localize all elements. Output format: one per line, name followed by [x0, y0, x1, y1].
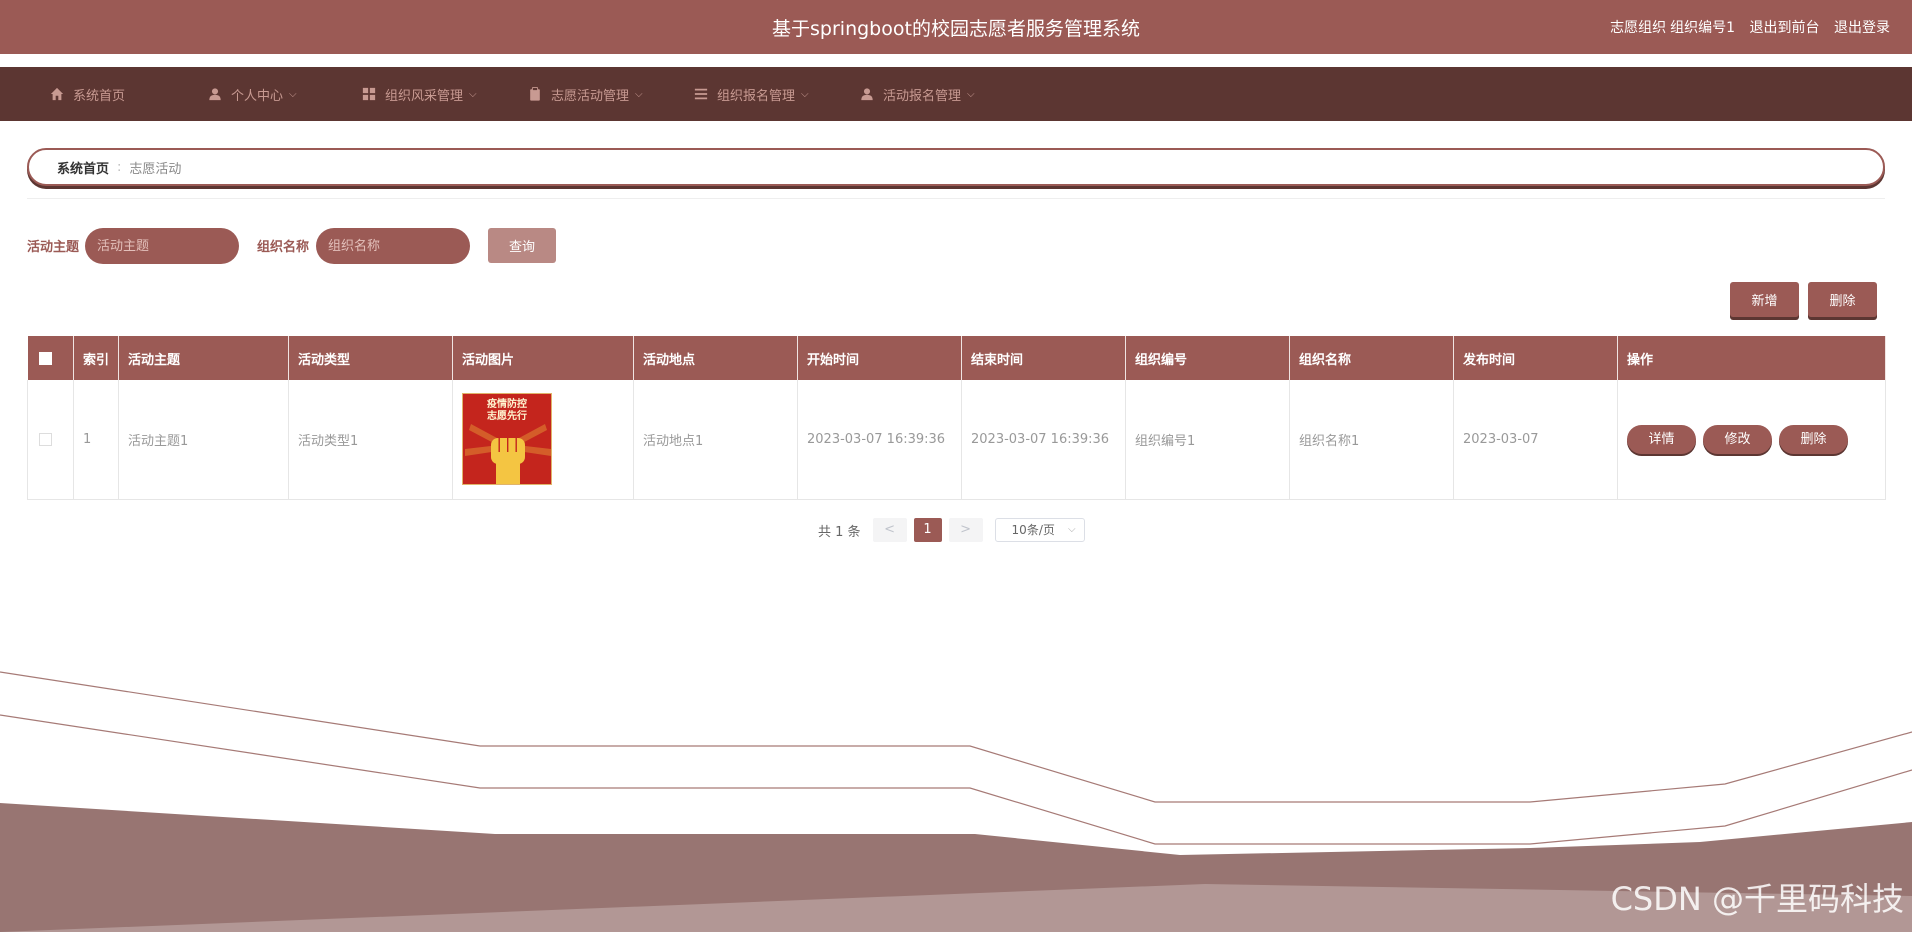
next-page-button[interactable]: > [948, 518, 983, 542]
chevron-down-icon: ⌵ [469, 88, 477, 100]
nav-label: 组织风采管理 [385, 88, 464, 104]
chevron-down-icon: ⌵ [289, 88, 297, 100]
breadcrumb: 系统首页 : 志愿活动 [27, 148, 1885, 186]
cell-theme: 活动主题1 [118, 380, 289, 500]
org-name-search-input[interactable] [316, 228, 470, 264]
raised-fist-icon [465, 424, 551, 485]
list-icon [694, 88, 708, 100]
select-all-checkbox[interactable] [38, 351, 52, 365]
query-button[interactable]: 查询 [488, 228, 556, 263]
chevron-down-icon: ⌵ [635, 88, 643, 100]
exit-to-front-link[interactable]: 退出到前台 [1750, 20, 1820, 36]
activity-table: 索引 活动主题 活动类型 活动图片 活动地点 开始时间 结束时间 组织编号 组织… [27, 336, 1886, 500]
user-info-bar: 志愿组织 组织编号1 退出到前台 退出登录 [1600, 17, 1890, 37]
column-header: 活动主题 [118, 336, 289, 380]
clipboard-icon [530, 87, 540, 101]
watermark: CSDN @千里码科技 [1610, 880, 1904, 918]
pagination: 共 1 条 < 1 > 10条/页 ⌵ [818, 518, 1085, 542]
column-header: 索引 [73, 336, 119, 380]
theme-label: 活动主题 [27, 240, 80, 255]
column-header: 活动地点 [633, 336, 798, 380]
chevron-down-icon: ⌵ [967, 88, 975, 100]
cell-index: 1 [73, 380, 119, 500]
cell-start-time: 2023-03-07 16:39:36 [797, 380, 962, 500]
nav-item-activity-signup[interactable]: 活动报名管理 ⌵ [860, 67, 975, 121]
cell-location: 活动地点1 [633, 380, 798, 500]
org-name-label: 组织名称 [257, 240, 310, 255]
activity-image[interactable]: 疫情防控 志愿先行 [462, 393, 552, 486]
nav-label: 志愿活动管理 [551, 88, 630, 104]
row-select-cell[interactable] [27, 380, 74, 500]
column-header: 组织名称 [1289, 336, 1454, 380]
prev-page-button[interactable]: < [872, 518, 907, 542]
pagination-total: 共 1 条 [818, 524, 861, 540]
cell-end-time: 2023-03-07 16:39:36 [961, 380, 1126, 500]
breadcrumb-separator: : [117, 159, 122, 175]
breadcrumb-home[interactable]: 系统首页 [57, 158, 109, 177]
column-header: 结束时间 [961, 336, 1126, 380]
table-row: 1 活动主题1 活动类型1 疫情防控 志愿先行 活动地点1 2023-03-07… [27, 380, 1886, 500]
nav-label: 组织报名管理 [717, 88, 796, 104]
chevron-down-icon: ⌵ [1067, 524, 1076, 535]
row-checkbox[interactable] [39, 432, 52, 446]
top-header: 基于springboot的校园志愿者服务管理系统 志愿组织 组织编号1 退出到前台… [0, 0, 1912, 54]
nav-item-org-signup[interactable]: 组织报名管理 ⌵ [694, 67, 809, 121]
nav-item-profile[interactable]: 个人中心 ⌵ [208, 67, 297, 121]
cell-org-name: 组织名称1 [1289, 380, 1454, 500]
edit-button[interactable]: 修改 [1703, 424, 1772, 454]
column-header: 发布时间 [1453, 336, 1618, 380]
detail-button[interactable]: 详情 [1627, 424, 1696, 454]
home-icon [50, 87, 64, 101]
main-nav: 系统首页 个人中心 ⌵ 组织风采管理 ⌵ 志愿活动管理 ⌵ 组织报名管理 ⌵ 活… [0, 67, 1912, 121]
table-header-row: 索引 活动主题 活动类型 活动图片 活动地点 开始时间 结束时间 组织编号 组织… [27, 336, 1886, 380]
chevron-down-icon: ⌵ [801, 88, 809, 100]
breadcrumb-current: 志愿活动 [129, 161, 182, 177]
page-size-value: 10条/页 [1011, 523, 1055, 537]
theme-search-input[interactable] [85, 228, 239, 264]
delete-row-button[interactable]: 删除 [1779, 424, 1848, 454]
divider [27, 198, 1885, 199]
column-header: 操作 [1617, 336, 1886, 380]
user-icon [209, 88, 221, 101]
nav-item-org-style[interactable]: 组织风采管理 ⌵ [362, 67, 477, 121]
nav-item-activity-mgmt[interactable]: 志愿活动管理 ⌵ [528, 67, 643, 121]
column-header: 开始时间 [797, 336, 962, 380]
add-button[interactable]: 新增 [1730, 282, 1799, 317]
user-icon [861, 88, 873, 101]
page-size-select[interactable]: 10条/页 ⌵ [994, 518, 1085, 542]
wave-line-1 [0, 671, 1912, 803]
column-header: 组织编号 [1125, 336, 1290, 380]
page-number-current[interactable]: 1 [913, 518, 942, 542]
cell-image: 疫情防控 志愿先行 [452, 380, 634, 500]
column-header: 活动图片 [452, 336, 634, 380]
cell-org-no: 组织编号1 [1125, 380, 1290, 500]
nav-label: 系统首页 [73, 88, 126, 104]
logout-link[interactable]: 退出登录 [1834, 20, 1890, 36]
nav-item-home[interactable]: 系统首页 [50, 67, 125, 121]
user-role: 志愿组织 [1610, 20, 1667, 36]
delete-selected-button[interactable]: 删除 [1808, 282, 1877, 317]
cell-actions: 详情 修改 删除 [1617, 380, 1886, 500]
grid-icon [362, 87, 376, 101]
cell-published: 2023-03-07 [1453, 380, 1618, 500]
select-all-cell[interactable] [27, 336, 74, 380]
nav-label: 个人中心 [231, 88, 284, 104]
user-name: 组织编号1 [1670, 20, 1736, 36]
cell-type: 活动类型1 [288, 380, 453, 500]
nav-label: 活动报名管理 [883, 88, 962, 104]
column-header: 活动类型 [288, 336, 453, 380]
